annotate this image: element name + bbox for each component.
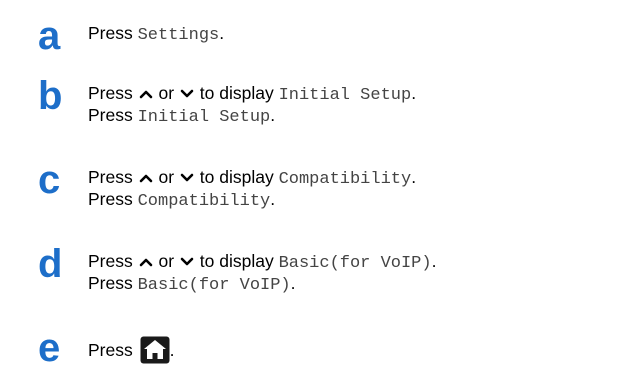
home-icon: [140, 336, 170, 364]
up-arrow-icon: [139, 91, 152, 99]
instruction-text: or: [153, 167, 179, 187]
initial-setup-menu-label: Initial Setup: [137, 108, 271, 127]
instruction-text: .: [270, 189, 276, 209]
instruction-line: Press Settings.: [88, 22, 224, 47]
instruction-text: Press: [88, 105, 138, 125]
instruction-text: to display: [194, 83, 279, 103]
instruction-text: Press: [88, 83, 138, 103]
instruction-line: Press .: [88, 336, 174, 364]
step-letter: a: [38, 14, 61, 58]
instruction-text: .: [431, 251, 437, 271]
instruction-text: .: [219, 23, 225, 43]
step-letter: b: [38, 74, 63, 118]
step-letter: e: [38, 326, 61, 370]
basic-voip-menu-label: Basic(for VoIP): [278, 254, 432, 273]
instruction-text: Press: [88, 189, 138, 209]
step-letter: d: [38, 242, 63, 286]
down-arrow-icon: [180, 258, 194, 266]
instruction-text: .: [169, 340, 175, 360]
instruction-text: Press: [88, 23, 138, 43]
step-letter: c: [38, 158, 61, 202]
up-arrow-icon: [139, 175, 152, 183]
initial-setup-menu-label: Initial Setup: [278, 86, 412, 105]
compatibility-menu-label: Compatibility: [137, 192, 271, 211]
instruction-text: or: [153, 83, 179, 103]
instruction-text: Press: [88, 251, 138, 271]
instruction-text: or: [153, 251, 179, 271]
instruction-line: Press Compatibility.: [88, 188, 275, 213]
instruction-line: Press Basic(for VoIP).: [88, 272, 296, 297]
instruction-text: Press: [88, 273, 138, 293]
basic-voip-menu-label: Basic(for VoIP): [137, 276, 291, 295]
instruction-text: .: [411, 83, 417, 103]
down-arrow-icon: [180, 174, 194, 182]
down-arrow-icon: [180, 90, 194, 98]
settings-menu-label: Settings: [137, 26, 220, 45]
instruction-line: Press Initial Setup.: [88, 104, 275, 129]
instruction-text: .: [290, 273, 296, 293]
instruction-text: .: [411, 167, 417, 187]
instruction-text: Press: [88, 340, 138, 360]
instruction-text: .: [270, 105, 276, 125]
compatibility-menu-label: Compatibility: [278, 170, 412, 189]
up-arrow-icon: [139, 259, 152, 267]
instruction-text: to display: [194, 251, 279, 271]
instruction-text: Press: [88, 167, 138, 187]
instruction-text: to display: [194, 167, 279, 187]
